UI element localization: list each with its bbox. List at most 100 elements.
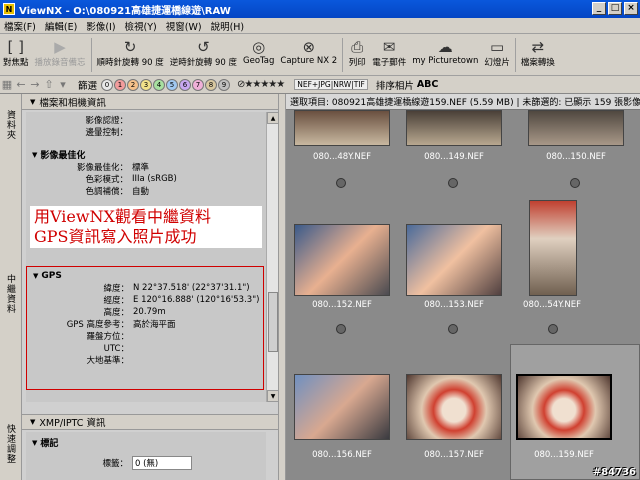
maximize-button[interactable]: □ — [608, 2, 622, 15]
rotate-cw-button[interactable]: ↻ 順時針旋轉 90 度 — [97, 38, 164, 68]
gps-globe-icon — [448, 178, 458, 188]
picturetown-button[interactable]: ☁ my Picturetown — [412, 38, 478, 66]
scroll-thumb[interactable] — [268, 292, 278, 352]
optimize-section-header[interactable]: ▼ 影像最佳化 — [26, 148, 266, 162]
thumbnail-label: 080...54Y.NEF — [523, 300, 581, 310]
gps-row-utc: UTC： — [103, 344, 129, 354]
rotate-ccw-icon: ↺ — [197, 38, 210, 56]
xmp-iptc-header[interactable]: ▼ XMP/IPTC 資訊 — [22, 414, 278, 430]
filter-label-0[interactable]: 0 — [101, 78, 114, 91]
collapse-arrow-icon: ▼ — [30, 97, 36, 106]
filter-label-6[interactable]: 6 — [179, 78, 192, 91]
up-folder-icon[interactable]: ⇧ — [42, 78, 56, 91]
thumbnail-image[interactable] — [406, 224, 502, 296]
info-row: 影像認證： — [85, 116, 128, 126]
minimize-button[interactable]: _ — [592, 2, 606, 15]
xmp-area: ▼ 標記 標籤： 0 (無) — [26, 432, 266, 480]
filter-label-2[interactable]: 2 — [127, 78, 140, 91]
filter-label-7[interactable]: 7 — [192, 78, 205, 91]
gps-row-compass: 羅盤方位： — [86, 332, 129, 342]
geotag-button[interactable]: ◎ GeoTag — [243, 38, 274, 66]
thumbnail-label: 080...157.NEF — [424, 450, 484, 460]
gps-highlight-box: ▼ GPS 緯度： N 22°37.518' (22°37'31.1") 經度：… — [26, 266, 264, 390]
picturetown-icon: ☁ — [437, 38, 453, 56]
close-button[interactable]: × — [624, 2, 638, 15]
menu-file[interactable]: 檔案(F) — [4, 19, 36, 33]
toolbar-separator — [514, 38, 516, 72]
rotate-cw-icon: ↻ — [123, 38, 137, 56]
thumbnail-label: 080...153.NEF — [424, 300, 484, 310]
geotag-icon: ◎ — [252, 38, 266, 56]
thumbnail-image[interactable] — [528, 110, 624, 146]
thumbnail-label: 080...156.NEF — [312, 450, 372, 460]
sort-select[interactable]: ABC — [417, 79, 439, 90]
filter-label-4[interactable]: 4 — [153, 78, 166, 91]
gps-row-altitude-ref: GPS 高度參考： 高於海平面 — [66, 320, 176, 330]
play-memo-icon: ▶ — [54, 38, 66, 56]
gps-section-header[interactable]: ▼ GPS — [27, 269, 263, 282]
thumbnail-image[interactable] — [406, 374, 502, 440]
file-camera-info-header[interactable]: ▼ 檔案和相機資訊 — [22, 94, 278, 110]
collapse-arrow-icon: ▼ — [32, 438, 38, 447]
thumbnail-image[interactable] — [294, 224, 390, 296]
metadata-scrollbar[interactable]: ▲ ▼ — [266, 112, 279, 402]
gps-globe-icon — [448, 324, 458, 334]
print-button[interactable]: ⎙ 列印 — [348, 38, 366, 68]
tag-section-header[interactable]: ▼ 標記 — [26, 436, 266, 450]
thumbnail-image[interactable] — [294, 374, 390, 440]
gps-globe-icon — [548, 324, 558, 334]
info-row: 邊暈控制： — [85, 128, 128, 138]
filter-label-1[interactable]: 1 — [114, 78, 127, 91]
rotate-ccw-button[interactable]: ↺ 逆時針旋轉 90 度 — [170, 38, 237, 68]
sort-label: 排序相片 — [375, 80, 414, 92]
gps-globe-icon — [336, 178, 346, 188]
left-tab-strip: 資料夾 中繼資料 快速調整 — [0, 94, 22, 480]
thumbnail-image[interactable] — [406, 110, 502, 146]
thumbnail-image-selected[interactable] — [516, 374, 612, 440]
menu-edit[interactable]: 編輯(E) — [45, 19, 77, 33]
email-button[interactable]: ✉ 電子郵件 — [372, 38, 406, 68]
label-select[interactable]: 0 (無) — [132, 456, 192, 470]
file-convert-button[interactable]: ⇄ 檔案轉換 — [521, 38, 555, 68]
tab-quick-adjust[interactable]: 快速調整 — [3, 424, 17, 464]
focus-point-button[interactable]: [ ] 對焦點 — [3, 38, 29, 68]
selection-status: 選取項目: 080921高雄捷運橋線遊159.NEF (5.59 MB) | 未… — [286, 94, 640, 110]
info-row: 影像最佳化： 標準 — [76, 163, 150, 173]
folder-menu-icon[interactable]: ▾ — [56, 78, 70, 91]
annotation-caption: 用ViewNX觀看中繼資料 GPS資訊寫入照片成功 — [30, 206, 262, 248]
menu-help[interactable]: 說明(H) — [211, 19, 245, 33]
thumbnail-image[interactable] — [529, 200, 577, 296]
info-row: 色彩模式： IIIa (sRGB) — [85, 174, 177, 185]
menu-view[interactable]: 檢視(Y) — [125, 19, 157, 33]
tab-folders[interactable]: 資料夾 — [3, 110, 17, 140]
forward-arrow-icon[interactable]: → — [28, 78, 42, 91]
watermark: #84736 — [592, 467, 636, 478]
tab-metadata[interactable]: 中繼資料 — [3, 274, 17, 314]
gps-row-datum: 大地基準： — [86, 356, 129, 366]
thumbnail-label: 080...150.NEF — [546, 152, 606, 162]
slideshow-button[interactable]: ▭ 幻燈片 — [484, 38, 510, 68]
back-arrow-icon[interactable]: ← — [14, 78, 28, 91]
thumbnail-label: 080...48Y.NEF — [313, 152, 371, 162]
filter-label-9[interactable]: 9 — [218, 78, 231, 91]
format-filter[interactable]: NEF+JPG|NRW|TIF — [294, 79, 368, 90]
print-icon: ⎙ — [351, 38, 364, 56]
filter-label-8[interactable]: 8 — [205, 78, 218, 91]
thumbnail-label: 080...152.NEF — [312, 300, 372, 310]
thumbnail-label: 080...149.NEF — [424, 152, 484, 162]
filter-label-3[interactable]: 3 — [140, 78, 153, 91]
menu-window[interactable]: 視窗(W) — [166, 19, 202, 33]
play-memo-button[interactable]: ▶ 播放錄音備忘 — [35, 38, 86, 68]
panel-splitter[interactable] — [278, 94, 286, 480]
thumbnail-image[interactable] — [294, 110, 390, 146]
menu-image[interactable]: 影像(I) — [86, 19, 115, 33]
window-title: ViewNX - O:\080921高雄捷運橋線遊\RAW — [19, 5, 231, 17]
view-mode-icon[interactable]: ▦ — [0, 78, 14, 91]
filter-label: 篩選 — [78, 80, 98, 92]
collapse-arrow-icon: ▼ — [32, 150, 38, 159]
filter-label-5[interactable]: 5 — [166, 78, 179, 91]
capture-nx-button[interactable]: ⊗ Capture NX 2 — [280, 38, 337, 66]
toolbar-separator — [342, 38, 344, 72]
rating-filter[interactable]: ⊘★★★★★ — [237, 79, 285, 90]
email-icon: ✉ — [382, 38, 396, 56]
